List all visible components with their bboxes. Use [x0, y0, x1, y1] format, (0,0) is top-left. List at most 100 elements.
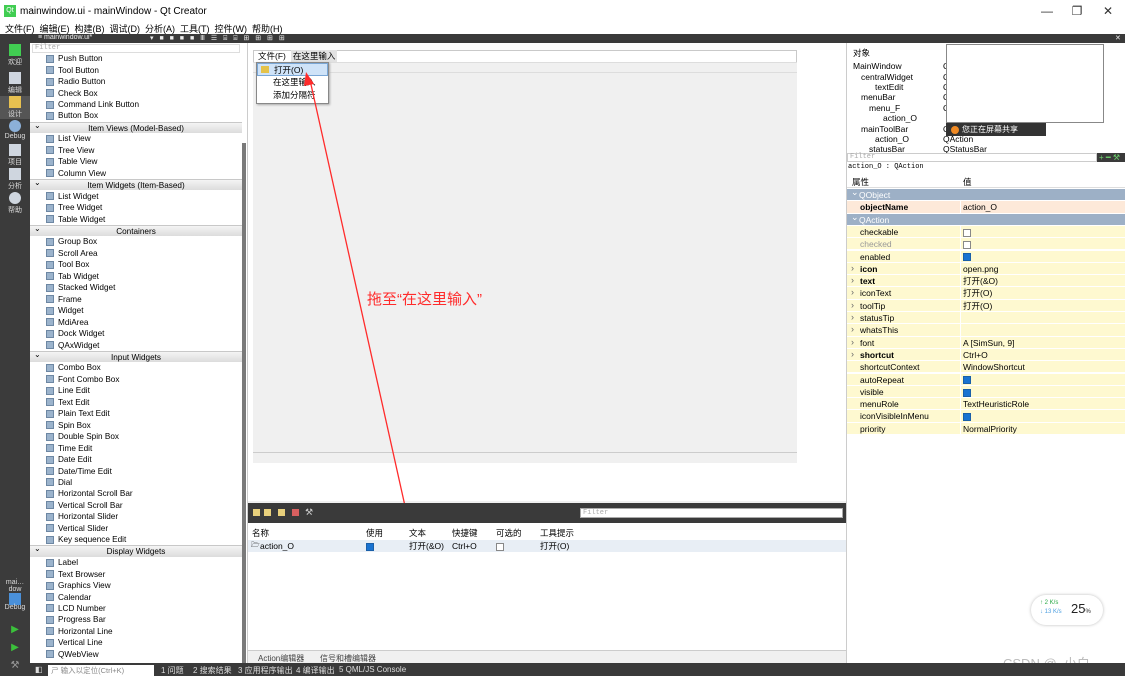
mode-projects[interactable]: 项目 [0, 144, 30, 167]
widget-item[interactable]: Calendar [30, 591, 242, 602]
col-used[interactable]: 使用 [366, 527, 383, 539]
widget-item[interactable]: QAxWidget [30, 339, 242, 350]
widget-item[interactable]: Table Widget [30, 213, 242, 224]
menu-type-here[interactable]: 在这里输入 [257, 76, 328, 89]
widget-item[interactable]: Combo Box [30, 362, 242, 373]
widget-item[interactable]: Text Edit [30, 397, 242, 408]
maximize-button[interactable]: ❐ [1066, 3, 1088, 19]
object-tree-item[interactable]: textEditQ [847, 82, 950, 92]
mode-edit[interactable]: 编辑 [0, 72, 30, 95]
central-widget[interactable] [253, 73, 797, 452]
debug-run-icon[interactable]: ▶ [0, 642, 30, 653]
object-tree-item[interactable]: MainWindowQ [847, 61, 950, 71]
property-row[interactable]: iconText 打开(O) [847, 286, 1125, 300]
widget-item[interactable]: LCD Number [30, 603, 242, 614]
screen-share-banner[interactable]: 您正在屏幕共享 [946, 123, 1046, 136]
widget-item[interactable]: Horizontal Scroll Bar [30, 488, 242, 499]
widget-item[interactable]: Tool Button [30, 64, 242, 75]
action-filter-input[interactable]: Filter [580, 508, 843, 518]
menu-edit[interactable]: 编辑(E) [40, 22, 70, 35]
property-row[interactable]: shortcut Ctrl+O [847, 348, 1125, 362]
run-icon[interactable]: ▶ [0, 624, 30, 635]
property-row[interactable]: text 打开(&O) [847, 274, 1125, 288]
delete-action-icon[interactable] [292, 509, 299, 516]
widget-category[interactable]: Containers [30, 223, 242, 237]
widget-item[interactable]: Date/Time Edit [30, 465, 242, 476]
property-row[interactable]: shortcutContext WindowShortcut [847, 361, 1125, 374]
widget-item[interactable]: Font Combo Box [30, 374, 242, 385]
property-row[interactable]: statusTip [847, 311, 1125, 325]
menu-add-separator[interactable]: 添加分隔符 [257, 89, 328, 102]
property-checkbox[interactable] [963, 228, 971, 237]
toggle-sidebar-icon[interactable]: ◧ [35, 665, 43, 674]
new-action-icon[interactable] [253, 509, 260, 516]
tab-search-results[interactable]: 2 搜索结果 [193, 665, 232, 676]
widget-item[interactable]: Horizontal Line [30, 626, 242, 637]
widget-item[interactable]: Stacked Widget [30, 282, 242, 293]
property-row[interactable]: autoRepeat [847, 373, 1125, 386]
property-row[interactable]: icon open.png [847, 262, 1125, 276]
widget-item[interactable]: Dial [30, 477, 242, 488]
checkable-checkbox[interactable] [496, 542, 504, 551]
widget-item[interactable]: Column View [30, 168, 242, 179]
widget-item[interactable]: Dock Widget [30, 328, 242, 339]
widget-item[interactable]: Plain Text Edit [30, 408, 242, 419]
widget-item[interactable]: Tree View [30, 145, 242, 156]
widget-item[interactable]: Spin Box [30, 420, 242, 431]
property-checkbox[interactable] [963, 253, 971, 262]
property-group[interactable]: QObject [847, 186, 1125, 202]
tab-qml-console[interactable]: 5 QML/JS Console [339, 665, 406, 674]
property-row[interactable]: priority NormalPriority [847, 422, 1125, 435]
menu-tools[interactable]: 工具(T) [180, 22, 210, 35]
object-tree-item[interactable]: action_O [847, 113, 944, 123]
widget-item[interactable]: Command Link Button [30, 99, 242, 110]
locator-input[interactable]: ㄕ 输入以定位(Ctrl+K) [48, 665, 154, 676]
widget-item[interactable]: List Widget [30, 190, 242, 201]
menu-widgets[interactable]: 控件(W) [215, 22, 248, 35]
widget-item[interactable]: List View [30, 133, 242, 144]
widget-filter-input[interactable]: Filter [32, 44, 240, 53]
menu-analyze[interactable]: 分析(A) [145, 22, 175, 35]
widget-item[interactable]: Time Edit [30, 442, 242, 453]
col-checkable[interactable]: 可选的 [496, 527, 522, 539]
widget-item[interactable]: Check Box [30, 87, 242, 98]
widget-item[interactable]: Tool Box [30, 259, 242, 270]
property-checkbox[interactable] [963, 388, 971, 397]
property-row[interactable]: objectName action_O [847, 201, 1125, 214]
tab-application-output[interactable]: 3 应用程序输出 [238, 665, 293, 676]
configure-icon[interactable]: ⚒ [305, 507, 313, 517]
build-config[interactable]: Debug [0, 604, 30, 611]
paste-action-icon[interactable] [278, 509, 285, 516]
property-row[interactable]: menuRole TextHeuristicRole [847, 398, 1125, 411]
property-row[interactable]: checked [847, 238, 1125, 251]
form-menu-type-here[interactable]: 在这里输入 [290, 50, 338, 62]
widget-item[interactable]: Progress Bar [30, 614, 242, 625]
widget-item[interactable]: Group Box [30, 236, 242, 247]
widget-item[interactable]: Frame [30, 294, 242, 305]
widget-category[interactable]: Input Widgets [30, 349, 242, 363]
form-toolbar[interactable] [253, 62, 797, 73]
widget-item[interactable]: Widget [30, 305, 242, 316]
menu-build[interactable]: 构建(B) [75, 22, 105, 35]
form-menu-file[interactable]: 文件(F) [258, 50, 286, 62]
widget-category[interactable]: Display Widgets [30, 543, 242, 557]
object-tree-item[interactable]: menuBarQ [847, 92, 950, 102]
property-row[interactable]: font A [SimSun, 9] [847, 336, 1125, 349]
property-row[interactable]: iconVisibleInMenu [847, 410, 1125, 423]
widget-item[interactable]: Key sequence Edit [30, 534, 242, 545]
used-checkbox[interactable] [366, 542, 374, 551]
close-button[interactable]: ✕ [1097, 3, 1119, 19]
property-row[interactable]: visible [847, 385, 1125, 399]
menu-file[interactable]: 文件(F) [5, 22, 35, 35]
property-checkbox[interactable] [963, 413, 971, 422]
widget-category[interactable]: Item Views (Model-Based) [30, 120, 242, 134]
minimize-button[interactable]: — [1036, 3, 1058, 19]
property-row[interactable]: checkable [847, 225, 1125, 239]
widget-category[interactable]: Item Widgets (Item-Based) [30, 177, 242, 191]
property-row[interactable]: whatsThis [847, 323, 1125, 337]
property-checkbox[interactable] [963, 376, 971, 385]
add-dynamic-property-button[interactable]: + ━ ⚒ [1097, 153, 1125, 162]
layout-tool-icons[interactable]: ▾ ■ ■ ■ ■ Ⅲ ☰ ⌸ ⌸ ⊞ ⊞ ⊞ ⊞ [150, 34, 287, 43]
property-group[interactable]: QAction [847, 211, 1125, 226]
widget-item[interactable]: Scroll Area [30, 248, 242, 259]
